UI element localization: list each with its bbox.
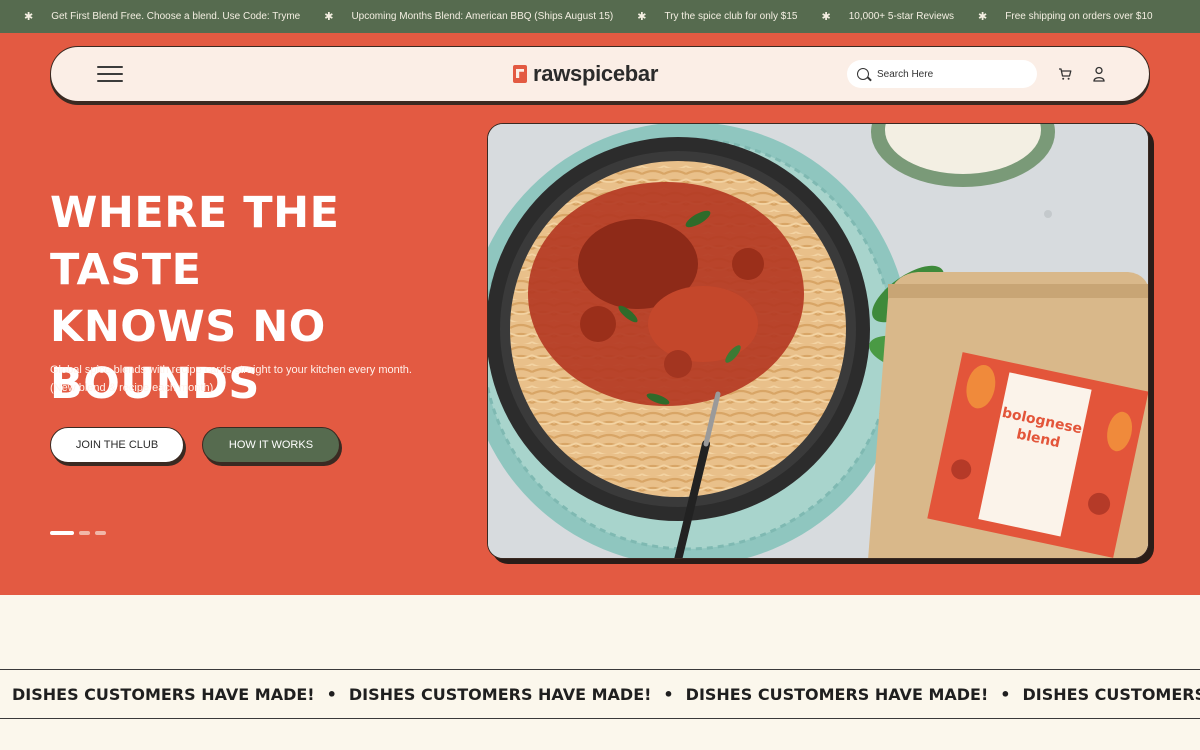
star-icon: ✱ [978,11,988,23]
star-icon: ✱ [821,11,831,23]
bullet-icon: • [326,684,337,704]
carousel-dots [50,531,106,535]
logo-mark-icon [513,65,527,83]
marquee-text: DISHES CUSTOMERS HAVE MADE! [685,684,989,704]
announcement-bar: ✱ Get First Blend Free. Choose a blend. … [0,0,1200,33]
search-placeholder: Search Here [877,68,934,80]
announcement-item: Upcoming Months Blend: American BBQ (Shi… [351,11,614,22]
star-icon: ✱ [24,11,34,23]
hero-food-image: bolognese blend [487,123,1149,559]
hamburger-menu-icon[interactable] [97,66,123,84]
star-icon: ✱ [637,11,647,23]
hero-subtitle: Global spice blends with recipe cards st… [50,364,412,394]
hero-section: rawspicebar Search Here WHERE THE TASTE … [0,33,1200,595]
bullet-icon: • [1000,684,1011,704]
marquee-text: DISHES CUSTOMERS HAVE MADE! [1022,684,1200,704]
logo-text: rawspicebar [533,61,659,86]
announcement-item: 10,000+ 5-star Reviews [848,11,955,22]
search-icon [857,68,869,80]
user-icon[interactable] [1092,66,1106,82]
spaghetti-illustration: bolognese blend [488,124,1148,558]
site-logo[interactable]: rawspicebar [513,61,658,87]
carousel-dot-active[interactable] [50,531,74,535]
join-club-button[interactable]: JOIN THE CLUB [50,427,184,463]
main-navbar: rawspicebar Search Here [50,46,1150,102]
hero-title-line: WHERE THE TASTE [50,188,340,295]
hero-title-line: KNOWS NO [50,302,326,352]
how-it-works-button[interactable]: HOW IT WORKS [202,427,340,463]
cart-icon[interactable] [1058,67,1072,81]
marquee-text: DISHES CUSTOMERS HAVE MADE! [348,684,652,704]
carousel-dot[interactable] [79,531,90,535]
announcement-item: Get First Blend Free. Choose a blend. Us… [51,11,301,22]
star-icon: ✱ [324,11,334,23]
bullet-icon: • [663,684,674,704]
announcement-item: Try the spice club for only $15 [664,11,798,22]
search-input[interactable]: Search Here [847,60,1037,88]
marquee-text: DISHES CUSTOMERS HAVE MADE! [12,684,315,704]
announcement-item: Free shipping on orders over $10 [1005,11,1153,22]
customer-dishes-marquee: DISHES CUSTOMERS HAVE MADE! • DISHES CUS… [0,669,1200,719]
carousel-dot[interactable] [95,531,106,535]
